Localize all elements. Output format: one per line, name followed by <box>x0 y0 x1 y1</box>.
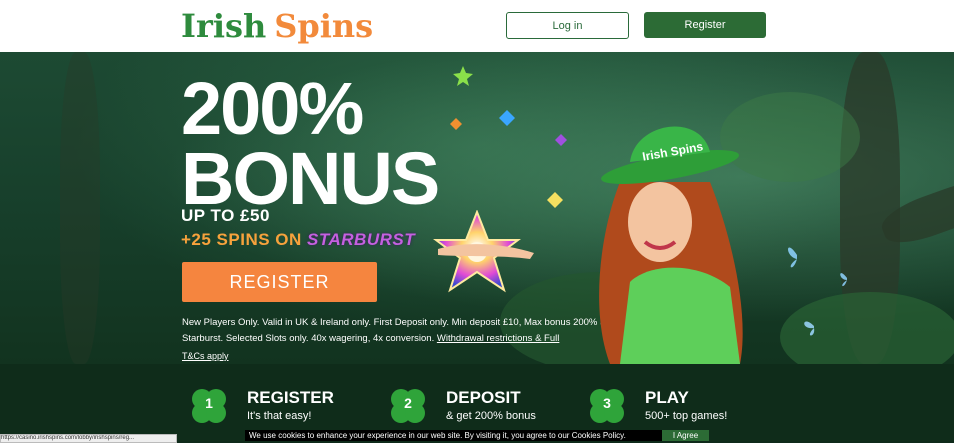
step-title: DEPOSIT <box>446 388 521 407</box>
spins-prefix: +25 SPINS ON <box>181 230 302 249</box>
step-subtitle: 500+ top games! <box>645 410 728 422</box>
step-number: 1 <box>205 395 213 411</box>
step-subtitle: & get 200% bonus <box>446 410 536 422</box>
blue-gem-icon <box>499 110 515 126</box>
bonus-amount: UP TO £50 <box>181 206 270 225</box>
cookie-agree-button[interactable]: I Agree <box>662 430 709 441</box>
top-header: Irish Spins Log in Register <box>0 0 954 52</box>
tcs-apply-link[interactable]: T&Cs apply <box>182 351 229 361</box>
step-title: PLAY <box>645 388 689 407</box>
mascot-woman-illustration: Irish Spins <box>599 126 743 364</box>
cookie-banner: We use cookies to enhance your experienc… <box>245 430 709 441</box>
step-subtitle: It's that easy! <box>247 410 312 422</box>
headline-bonus: BONUS <box>181 137 440 220</box>
hand-illustration <box>438 244 534 259</box>
tree-trunk-left-decoration <box>60 52 100 364</box>
purple-gem-icon <box>555 134 567 146</box>
browser-status-url: https://casino.irishspins.com/lobby/iris… <box>0 434 177 443</box>
step-title: REGISTER <box>247 388 334 407</box>
step-number: 3 <box>603 395 611 411</box>
headline-percent: 200% <box>181 67 364 150</box>
register-button-hero[interactable]: REGISTER <box>182 262 377 302</box>
bonus-headline: 200% BONUS <box>181 67 440 220</box>
withdrawal-restrictions-link[interactable]: Withdrawal restrictions & Full <box>437 333 559 344</box>
butterfly-icon <box>804 321 815 336</box>
login-button[interactable]: Log in <box>506 12 629 39</box>
free-spins-offer: +25 SPINS ON STARBURST <box>181 230 415 250</box>
step-number: 2 <box>404 395 412 411</box>
hero-banner: 200% BONUS UP TO £50 +25 SPINS ON STARBU… <box>0 52 954 364</box>
orange-gem-icon <box>450 118 462 130</box>
logo-word-spins: Spins <box>274 7 374 45</box>
logo-word-irish: Irish <box>181 7 267 45</box>
register-button-header[interactable]: Register <box>644 12 766 38</box>
starburst-logo: STARBURST <box>307 230 416 249</box>
yellow-gem-icon <box>547 192 563 208</box>
cookie-text: We use cookies to enhance your experienc… <box>249 431 626 440</box>
butterfly-icon <box>840 273 847 287</box>
green-gem-icon <box>453 66 473 86</box>
logo[interactable]: Irish Spins <box>181 7 373 45</box>
